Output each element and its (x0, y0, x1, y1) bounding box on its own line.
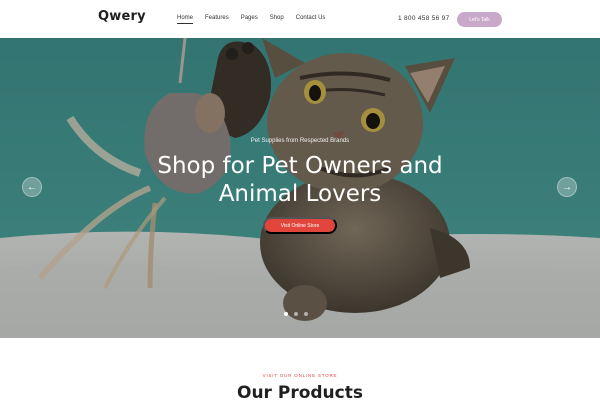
nav-item-contact-us[interactable]: Contact Us (296, 15, 326, 21)
arrow-left-icon: ← (27, 181, 37, 193)
main-nav: Home Features Pages Shop Contact Us (177, 15, 337, 24)
site-logo[interactable]: Qwery (98, 9, 146, 24)
slider-prev-button[interactable]: ← (22, 177, 42, 197)
hero-headline-line1: Shop for Pet Owners and (157, 153, 443, 179)
nav-item-home[interactable]: Home (177, 15, 194, 24)
hero-eyebrow: Pet Supplies from Respected Brands (250, 138, 350, 144)
visit-online-store-button[interactable]: Visit Online Store (263, 217, 337, 234)
slider-dot-3[interactable] (304, 312, 308, 316)
hero-slider: Pet Supplies from Respected Brands Shop … (0, 38, 600, 338)
slider-dot-2[interactable] (294, 312, 298, 316)
slider-pagination (284, 312, 308, 316)
slider-next-button[interactable]: → (557, 177, 577, 197)
slider-dot-1[interactable] (284, 312, 288, 316)
lets-talk-button[interactable]: Let's Talk (457, 12, 502, 27)
hero-headline: Shop for Pet Owners and Animal Lovers (0, 152, 600, 208)
site-header: Qwery Home Features Pages Shop Contact U… (0, 0, 600, 38)
hero-headline-line2: Animal Lovers (218, 181, 382, 207)
products-title: Our Products (237, 383, 363, 400)
arrow-right-icon: → (562, 181, 572, 193)
nav-item-pages[interactable]: Pages (241, 15, 258, 21)
nav-item-shop[interactable]: Shop (270, 15, 284, 21)
phone-number[interactable]: 1 800 458 56 97 (398, 15, 450, 22)
nav-item-features[interactable]: Features (205, 15, 229, 21)
products-eyebrow: VISIT OUR ONLINE STORE (262, 373, 338, 378)
